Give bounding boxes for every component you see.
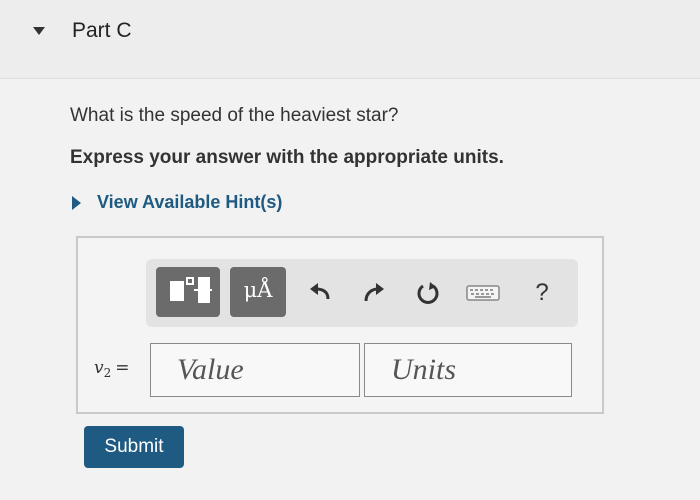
view-hints-link[interactable]: View Available Hint(s) — [72, 192, 282, 213]
variable-subscript: 2 — [103, 366, 112, 380]
undo-icon[interactable] — [306, 279, 334, 307]
math-toolbar: μÅ ? — [146, 259, 578, 327]
variable-label: v2 = — [94, 358, 130, 380]
variable-symbol: v — [94, 358, 104, 378]
part-header: Part C — [0, 0, 700, 79]
equals-sign: = — [115, 358, 130, 378]
templates-icon[interactable] — [156, 267, 220, 317]
question-text: What is the speed of the heaviest star? — [70, 105, 399, 126]
units-input[interactable]: Units — [364, 343, 572, 397]
submit-button[interactable]: Submit — [84, 426, 184, 468]
units-icon[interactable]: μÅ — [230, 267, 286, 317]
redo-icon[interactable] — [360, 279, 388, 307]
hint-label: View Available Hint(s) — [97, 192, 283, 212]
keyboard-icon[interactable] — [466, 285, 500, 301]
help-icon[interactable]: ? — [530, 277, 554, 309]
part-title: Part C — [72, 19, 132, 42]
hint-arrow-icon — [72, 195, 81, 210]
value-input[interactable]: Value — [150, 343, 360, 397]
collapse-arrow-icon[interactable] — [33, 27, 45, 35]
reset-icon[interactable] — [414, 279, 442, 307]
units-button-label: μÅ — [243, 278, 273, 302]
instruction-text: Express your answer with the appropriate… — [70, 147, 504, 168]
